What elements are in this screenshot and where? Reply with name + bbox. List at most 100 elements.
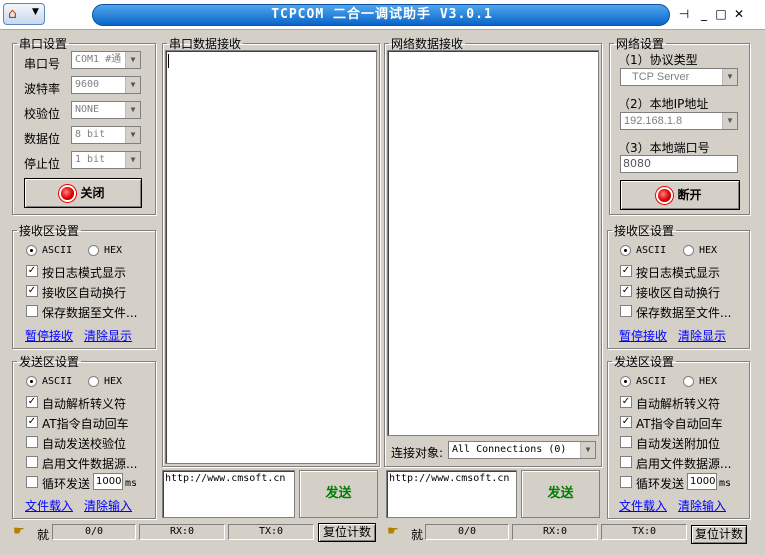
left-send-ascii-radio[interactable] [26, 376, 37, 387]
minimize-button[interactable]: _ [696, 6, 712, 22]
right-recv-hex-radio[interactable] [683, 245, 694, 256]
parity-select[interactable]: NONE ▼ [71, 101, 141, 119]
right-clear-input-link[interactable]: 清除输入 [678, 497, 726, 514]
left-send-hex-radio[interactable] [88, 376, 99, 387]
left-ms-label: ms [125, 478, 138, 489]
local-port-input[interactable]: 8080 [620, 155, 738, 173]
serial-send-input[interactable]: http://www.cmsoft.cn [162, 470, 295, 518]
left-recv-ascii-radio[interactable] [26, 245, 37, 256]
serial-recv-textarea[interactable] [165, 50, 377, 464]
left-wrap-checkbox[interactable]: ✓ [26, 285, 38, 297]
parity-label: 校验位 [24, 107, 61, 121]
net-recv-textarea[interactable] [387, 50, 599, 436]
left-recv-hex-radio[interactable] [88, 245, 99, 256]
right-send-ascii-radio[interactable] [620, 376, 631, 387]
connection-value: All Connections (0) [452, 444, 567, 455]
right-auto-label: 自动发送附加位 [636, 437, 721, 451]
status-led-icon [658, 189, 672, 202]
left-reset-count-button[interactable]: 复位计数 [318, 523, 376, 542]
right-log-checkbox[interactable]: ✓ [620, 265, 632, 277]
right-wrap-checkbox[interactable]: ✓ [620, 285, 632, 297]
connection-select[interactable]: All Connections (0) ▼ [448, 441, 596, 459]
left-loop-label: 循环发送 [42, 477, 91, 491]
net-send-button[interactable]: 发送 [521, 470, 600, 518]
left-auto-checkbox[interactable] [26, 436, 38, 448]
protocol-label: （1）协议类型 [618, 53, 698, 67]
chevron-down-icon: ▼ [125, 77, 140, 93]
left-escape-checkbox[interactable]: ✓ [26, 396, 38, 408]
left-clear-input-link[interactable]: 清除输入 [84, 497, 132, 514]
window-title: TCPCOM 二合一调试助手 V3.0.1 [271, 7, 493, 22]
right-loop-checkbox[interactable] [620, 476, 632, 488]
right-at-label: AT指令自动回车 [636, 417, 723, 431]
left-clear-display-link[interactable]: 清除显示 [84, 327, 132, 344]
maximize-button[interactable]: □ [713, 6, 729, 22]
right-auto-checkbox[interactable] [620, 436, 632, 448]
right-pause-link[interactable]: 暂停接收 [619, 327, 667, 344]
right-recv-ascii-radio[interactable] [620, 245, 631, 256]
parity-value: NONE [75, 104, 100, 115]
right-count-field: 0/0 [425, 524, 509, 540]
left-rx-field: RX:0 [139, 524, 225, 540]
right-escape-label: 自动解析转义符 [636, 397, 721, 411]
left-count-field: 0/0 [52, 524, 136, 540]
left-at-checkbox[interactable]: ✓ [26, 416, 38, 428]
right-clear-display-link[interactable]: 清除显示 [678, 327, 726, 344]
right-wrap-label: 接收区自动换行 [636, 286, 721, 300]
chevron-down-icon: ▼ [722, 69, 737, 85]
close-button[interactable]: ✕ [731, 6, 747, 22]
left-file-checkbox[interactable] [26, 456, 38, 468]
local-ip-select[interactable]: 192.168.1.8 ▼ [620, 112, 738, 130]
stopbits-select[interactable]: 1 bit ▼ [71, 151, 141, 169]
left-log-label: 按日志模式显示 [42, 266, 127, 280]
connection-label: 连接对象: [391, 446, 444, 460]
hand-icon: ☛ [13, 524, 25, 539]
text-cursor [168, 54, 169, 68]
right-escape-checkbox[interactable]: ✓ [620, 396, 632, 408]
right-file-checkbox[interactable] [620, 456, 632, 468]
left-escape-label: 自动解析转义符 [42, 397, 127, 411]
databits-select[interactable]: 8 bit ▼ [71, 126, 141, 144]
right-reset-count-button[interactable]: 复位计数 [691, 525, 747, 544]
pin-icon[interactable]: ⊣ [676, 6, 692, 22]
stopbits-value: 1 bit [75, 154, 106, 165]
left-load-file-link[interactable]: 文件载入 [25, 497, 73, 514]
right-load-file-link[interactable]: 文件载入 [619, 497, 667, 514]
right-log-label: 按日志模式显示 [636, 266, 721, 280]
right-interval-input[interactable]: 1000 [687, 473, 717, 490]
net-send-input[interactable]: http://www.cmsoft.cn [386, 470, 517, 518]
serial-settings-legend: 串口设置 [19, 37, 68, 51]
serial-send-button[interactable]: 发送 [299, 470, 378, 518]
right-at-checkbox[interactable]: ✓ [620, 416, 632, 428]
right-save-label: 保存数据至文件... [636, 306, 732, 320]
left-log-checkbox[interactable]: ✓ [26, 265, 38, 277]
app-menu-button[interactable]: ⌂ ▼ [3, 3, 45, 25]
serial-close-label: 关闭 [80, 186, 105, 200]
left-pause-link[interactable]: 暂停接收 [25, 327, 73, 344]
right-tx-field: TX:0 [601, 524, 687, 540]
local-port-label: （3）本地端口号 [618, 141, 710, 155]
serial-close-button[interactable]: 关闭 [24, 178, 142, 208]
databits-label: 数据位 [24, 132, 61, 146]
left-auto-label: 自动发送校验位 [42, 437, 127, 451]
left-save-checkbox[interactable] [26, 305, 38, 317]
baud-select[interactable]: 9600 ▼ [71, 76, 141, 94]
baud-value: 9600 [75, 79, 100, 90]
right-save-checkbox[interactable] [620, 305, 632, 317]
net-open-button[interactable]: 断开 [620, 180, 740, 210]
protocol-select[interactable]: TCP Server ▼ [620, 68, 738, 86]
right-send-hex-radio[interactable] [683, 376, 694, 387]
title-bar: ⌂ ▼ TCPCOM 二合一调试助手 V3.0.1 ⊣ _ □ ✕ [0, 0, 765, 30]
port-select[interactable]: COM1 #通 ▼ [71, 51, 141, 69]
left-status-ready: 就 [37, 528, 50, 542]
left-recv-hex-label: HEX [104, 245, 123, 256]
left-interval-input[interactable]: 1000 [93, 473, 123, 490]
status-led-icon [61, 187, 75, 200]
right-send-ascii-label: ASCII [636, 376, 667, 387]
net-open-label: 断开 [677, 188, 702, 202]
left-send-legend: 发送区设置 [19, 355, 80, 369]
right-recv-ascii-label: ASCII [636, 245, 667, 256]
left-loop-checkbox[interactable] [26, 476, 38, 488]
port-label: 串口号 [24, 57, 61, 71]
stopbits-label: 停止位 [24, 157, 61, 171]
